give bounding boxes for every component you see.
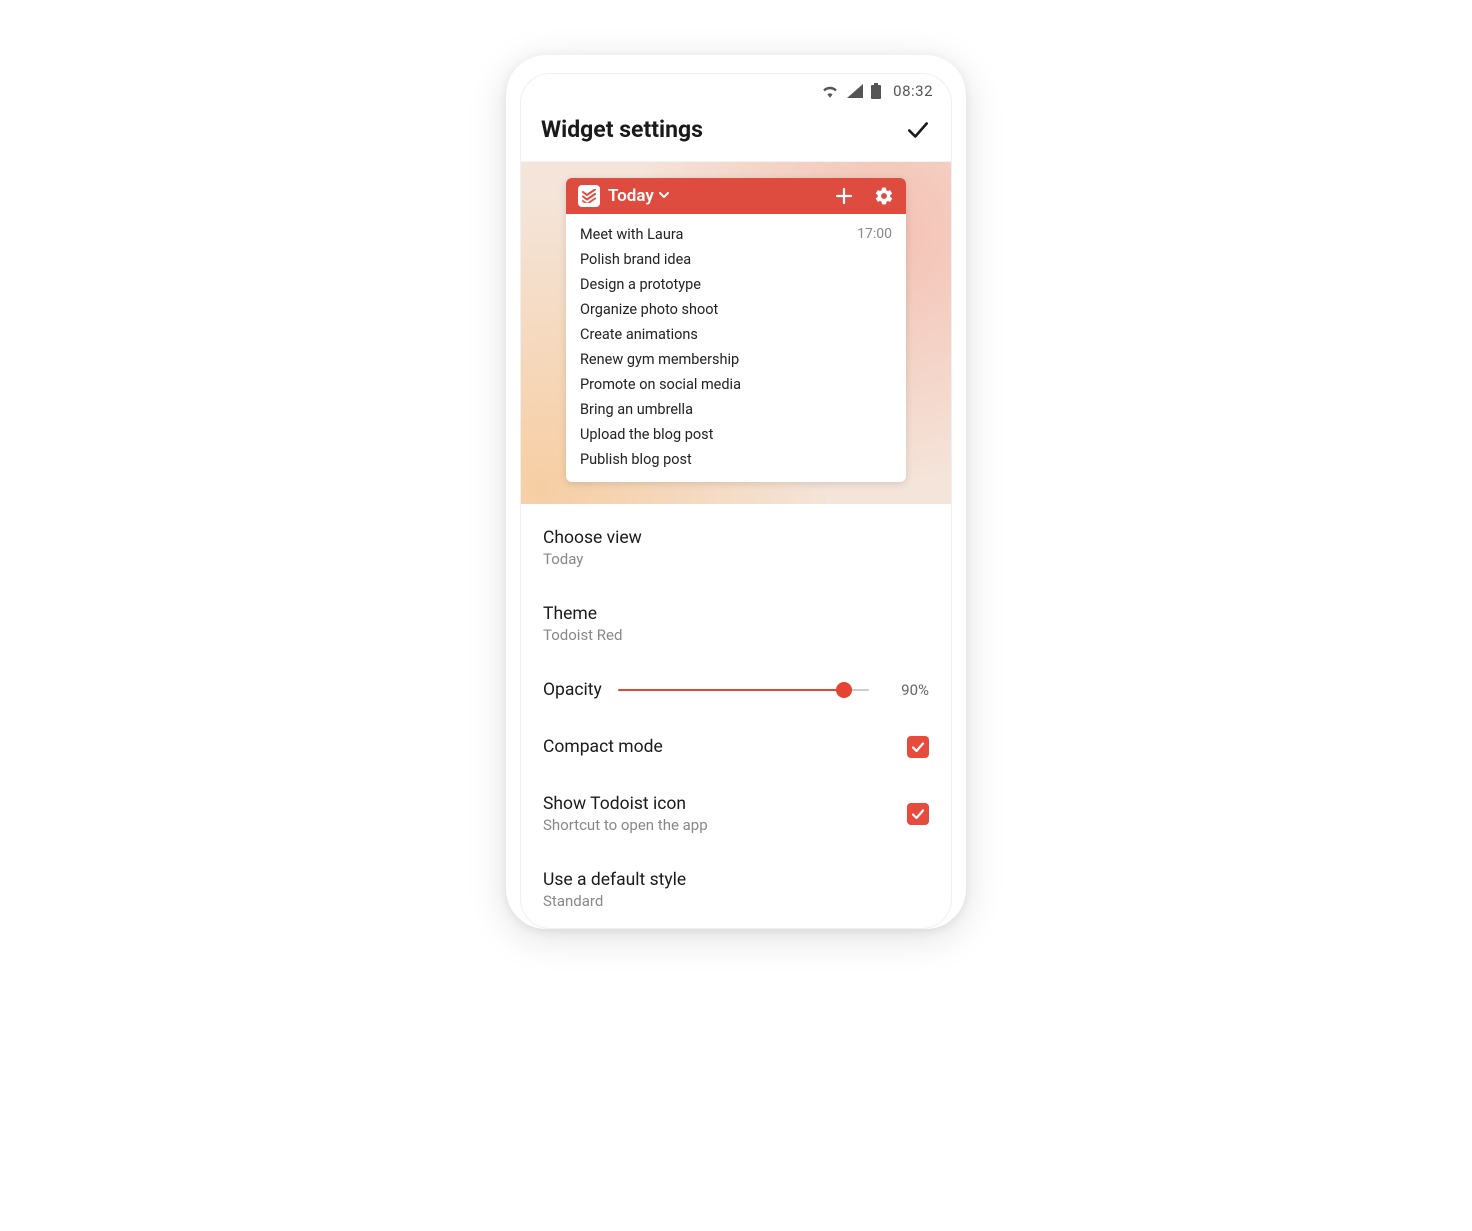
task-title: Polish brand idea [580,251,691,268]
task-row[interactable]: Publish blog post [566,447,906,472]
task-time: 17:00 [857,226,892,243]
default-style-label: Use a default style [543,870,929,890]
show-icon-label: Show Todoist icon [543,794,708,814]
theme-row[interactable]: Theme Todoist Red [521,586,951,662]
slider-thumb[interactable] [836,682,852,698]
theme-value: Todoist Red [543,626,929,644]
battery-icon [871,83,881,99]
task-row[interactable]: Create animations [566,322,906,347]
widget-view-label: Today [608,186,654,206]
task-row[interactable]: Design a prototype [566,272,906,297]
confirm-button[interactable] [905,117,931,143]
screen: 08:32 Widget settings [520,73,952,929]
task-title: Create animations [580,326,698,343]
task-row[interactable]: Bring an umbrella [566,397,906,422]
task-row[interactable]: Promote on social media [566,372,906,397]
wifi-icon [821,84,839,98]
compact-mode-label: Compact mode [543,737,663,757]
task-title: Meet with Laura [580,226,683,243]
widget-preview: Today Meet with Laura17:00 Polish brand [521,162,951,504]
task-row[interactable]: Upload the blog post [566,422,906,447]
slider-fill [618,689,844,691]
task-row[interactable]: Renew gym membership [566,347,906,372]
task-title: Design a prototype [580,276,701,293]
task-title: Bring an umbrella [580,401,693,418]
show-icon-sub: Shortcut to open the app [543,816,708,834]
slider-track [618,689,869,691]
widget-header: Today [566,178,906,214]
widget-view-selector[interactable]: Today [608,186,826,206]
check-icon [911,807,925,821]
task-title: Publish blog post [580,451,692,468]
show-icon-row[interactable]: Show Todoist icon Shortcut to open the a… [521,776,951,852]
status-time: 08:32 [893,82,933,100]
task-title: Promote on social media [580,376,741,393]
opacity-value: 90% [885,681,929,699]
add-task-button[interactable] [834,186,854,206]
choose-view-label: Choose view [543,528,929,548]
check-icon [911,740,925,754]
signal-icon [847,84,863,98]
settings-list: Choose view Today Theme Todoist Red Opac… [521,504,951,928]
compact-mode-row[interactable]: Compact mode [521,718,951,776]
default-style-value: Standard [543,892,929,910]
task-title: Organize photo shoot [580,301,718,318]
task-list: Meet with Laura 17:00 Polish brand idea D… [566,214,906,482]
task-row[interactable]: Meet with Laura 17:00 [566,222,906,247]
chevron-down-icon [658,189,670,204]
task-title: Renew gym membership [580,351,739,368]
widget-settings-button[interactable] [874,186,894,206]
todoist-logo-icon [578,185,600,207]
opacity-label: Opacity [543,680,602,700]
phone-frame: 08:32 Widget settings [506,55,966,929]
task-row[interactable]: Polish brand idea [566,247,906,272]
widget: Today Meet with Laura17:00 Polish brand [566,178,906,482]
compact-mode-checkbox[interactable] [907,736,929,758]
title-bar: Widget settings [521,104,951,162]
opacity-slider[interactable] [618,680,869,700]
show-icon-checkbox[interactable] [907,803,929,825]
choose-view-row[interactable]: Choose view Today [521,510,951,586]
task-title: Upload the blog post [580,426,713,443]
default-style-row[interactable]: Use a default style Standard [521,852,951,928]
status-bar: 08:32 [521,74,951,104]
theme-label: Theme [543,604,929,624]
page-title: Widget settings [541,116,703,143]
choose-view-value: Today [543,550,929,568]
task-row[interactable]: Organize photo shoot [566,297,906,322]
opacity-row: Opacity 90% [521,662,951,718]
